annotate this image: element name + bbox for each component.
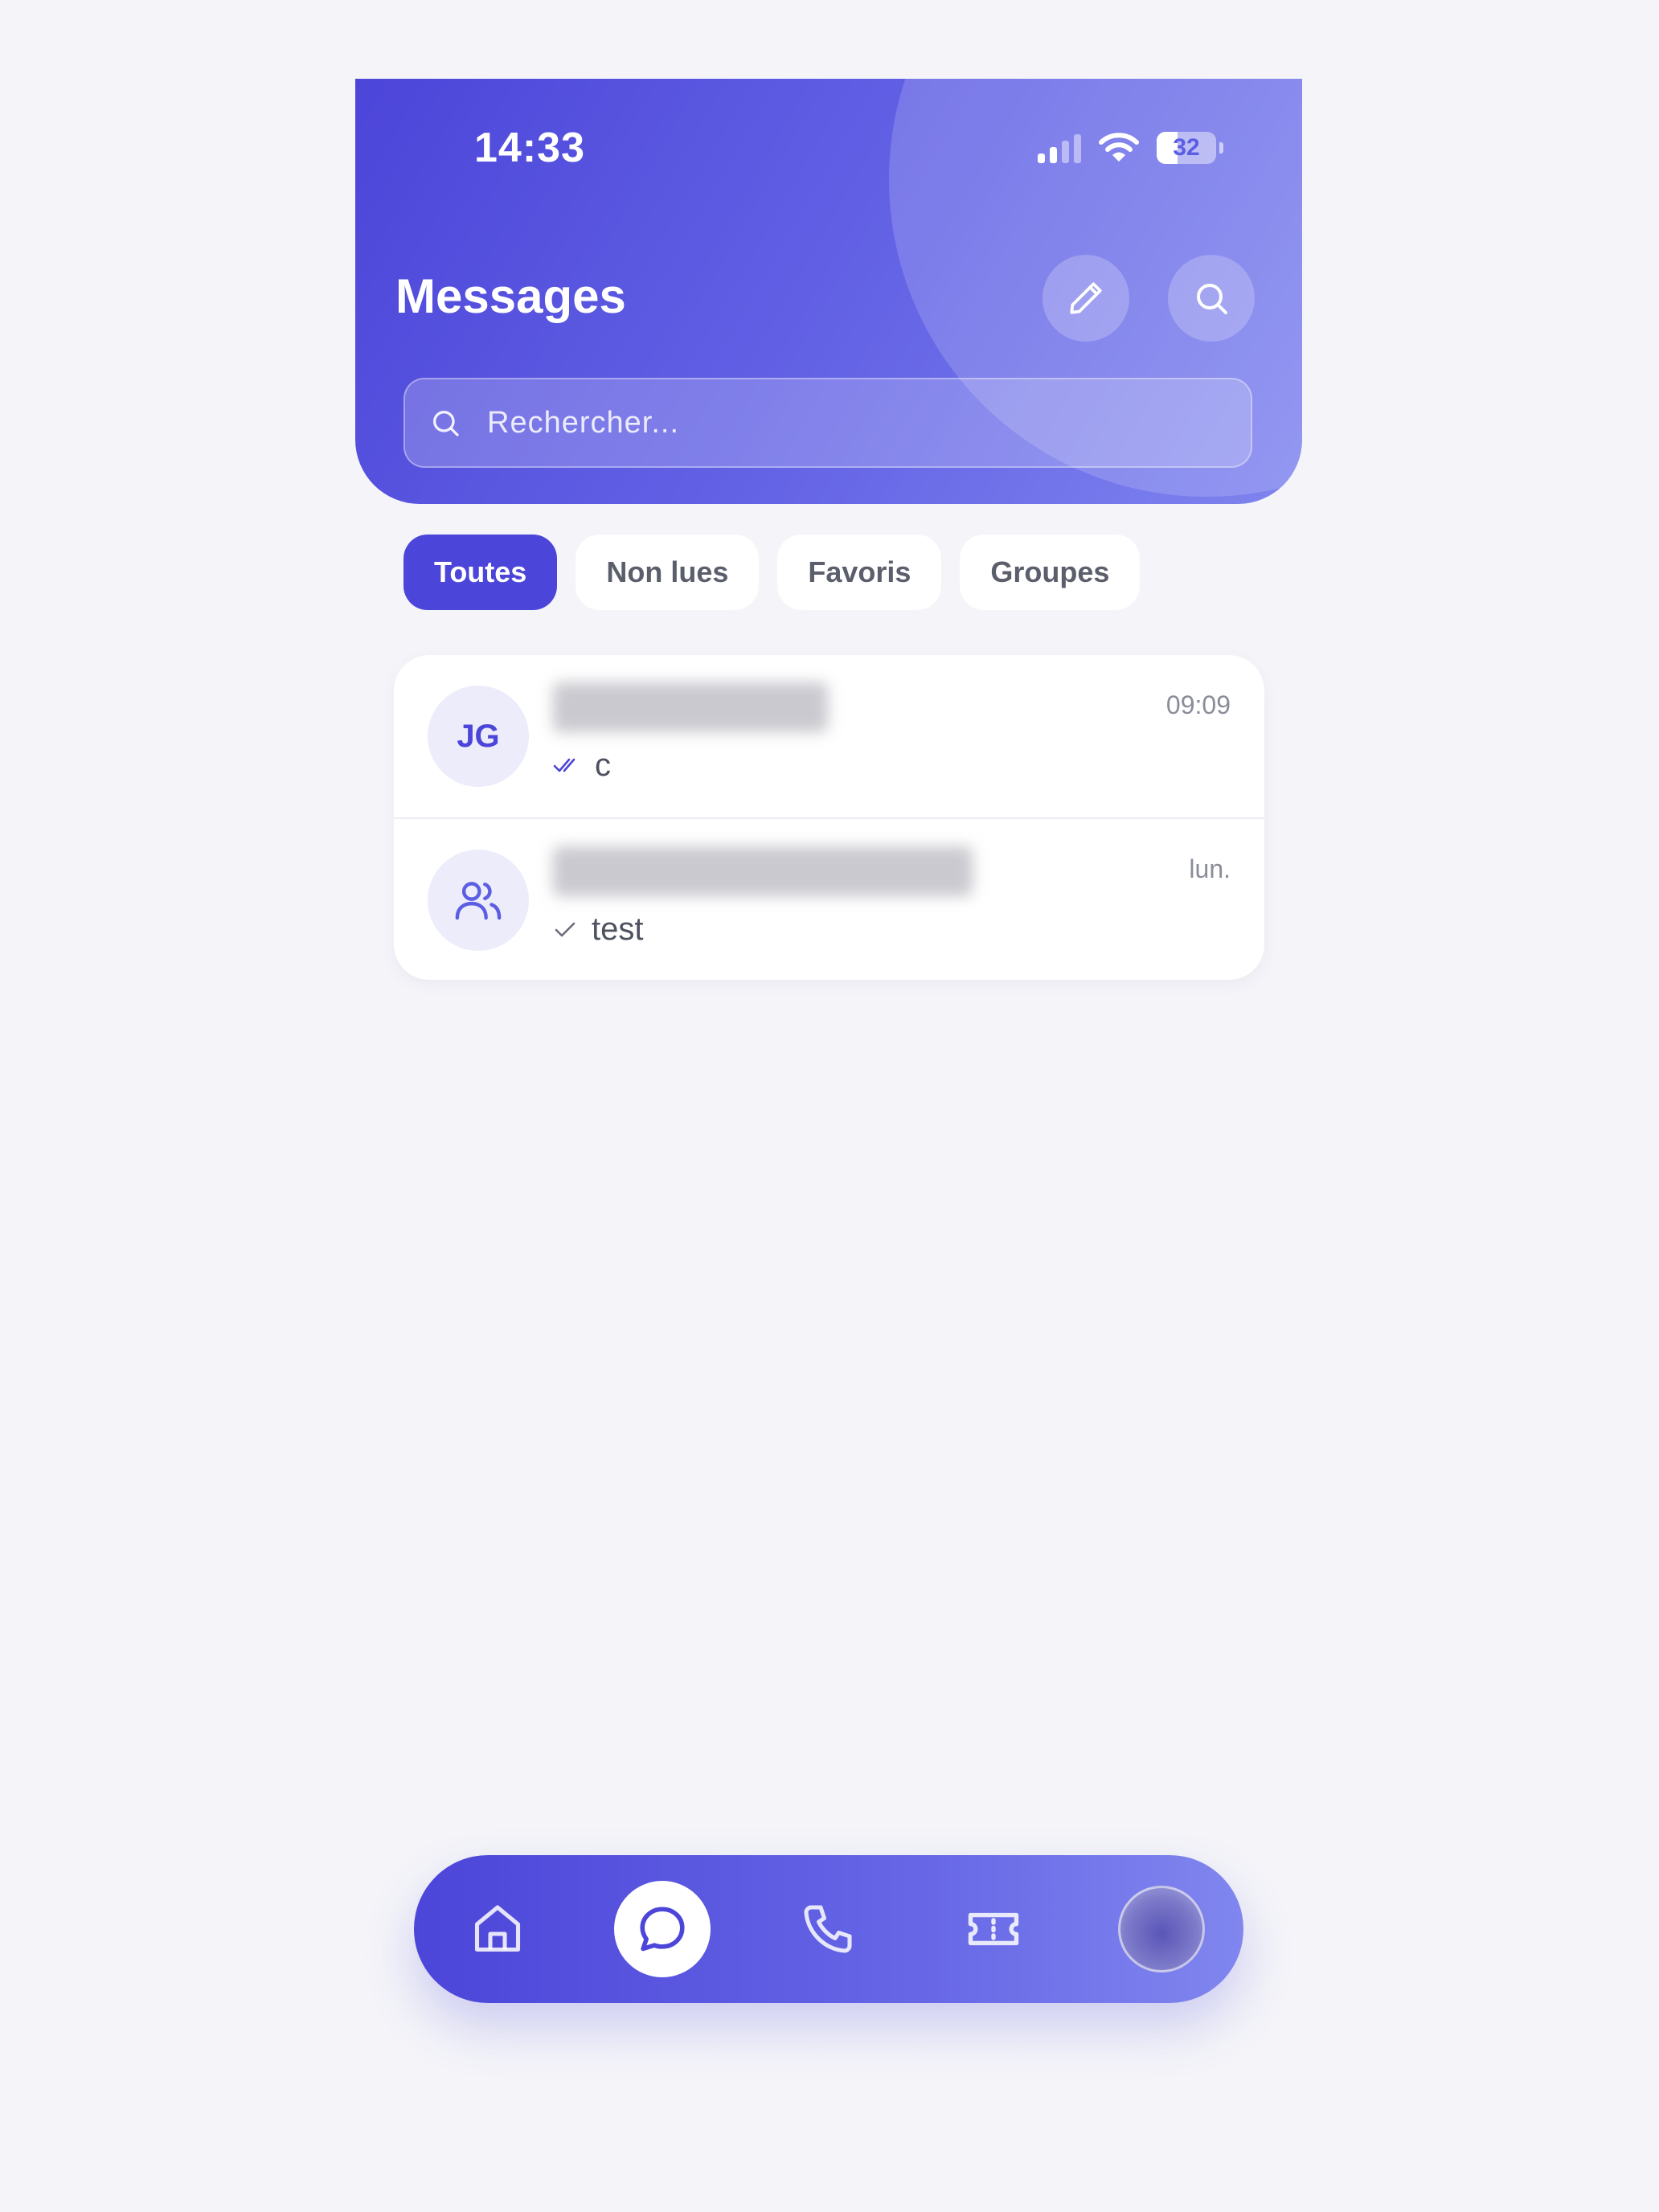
battery-icon: 32 <box>1157 132 1216 164</box>
tab-messages[interactable] <box>614 1881 711 1977</box>
search-input[interactable] <box>485 404 1251 441</box>
group-name-redacted <box>553 846 973 896</box>
tab-home[interactable] <box>449 1881 546 1977</box>
search-icon <box>429 407 461 439</box>
avatar <box>428 850 529 951</box>
preview-text: c <box>595 748 611 783</box>
pencil-icon <box>1070 282 1102 314</box>
page-title: Messages <box>395 269 626 323</box>
conversation-time: lun. <box>1189 854 1231 883</box>
filter-all[interactable]: Toutes <box>403 535 558 610</box>
tab-tickets[interactable] <box>945 1881 1042 1977</box>
tab-calls[interactable] <box>780 1881 876 1977</box>
filter-favorites[interactable]: Favoris <box>777 535 942 610</box>
avatar: JG <box>428 686 529 787</box>
bottom-tab-bar <box>414 1855 1243 2003</box>
status-icons: 32 <box>1038 132 1223 164</box>
filter-chips: Toutes Non lues Favoris Groupes <box>403 535 1141 610</box>
search-field[interactable] <box>403 378 1252 468</box>
ticket-icon <box>968 1912 1019 1946</box>
users-icon <box>455 882 502 920</box>
preview-text: test <box>592 911 644 947</box>
battery-level: 32 <box>1173 134 1200 161</box>
search-button[interactable] <box>1168 255 1255 342</box>
compose-button[interactable] <box>1043 255 1129 342</box>
phone-icon <box>804 1905 852 1953</box>
contact-name-redacted <box>553 682 828 732</box>
check-icon <box>555 922 576 936</box>
signal-icon <box>1038 133 1081 163</box>
message-preview: c <box>553 748 611 784</box>
filter-groups[interactable]: Groupes <box>960 535 1141 610</box>
conversation-row[interactable]: JG 09:09 c <box>394 655 1264 817</box>
status-time: 14:33 <box>474 125 585 171</box>
conversation-row[interactable]: lun. test <box>394 817 1264 980</box>
wifi-icon <box>1099 133 1139 162</box>
search-icon <box>1197 284 1227 314</box>
conversation-time: 09:09 <box>1165 690 1231 719</box>
profile-avatar[interactable] <box>1118 1886 1205 1972</box>
double-check-icon <box>553 758 576 772</box>
filter-unread[interactable]: Non lues <box>576 535 760 610</box>
conversation-list: JG 09:09 c lun. test <box>394 655 1264 980</box>
message-preview: test <box>553 911 643 948</box>
chat-icon <box>640 1907 685 1952</box>
header: 14:33 32 Messages <box>355 79 1302 504</box>
home-icon <box>474 1905 521 1952</box>
